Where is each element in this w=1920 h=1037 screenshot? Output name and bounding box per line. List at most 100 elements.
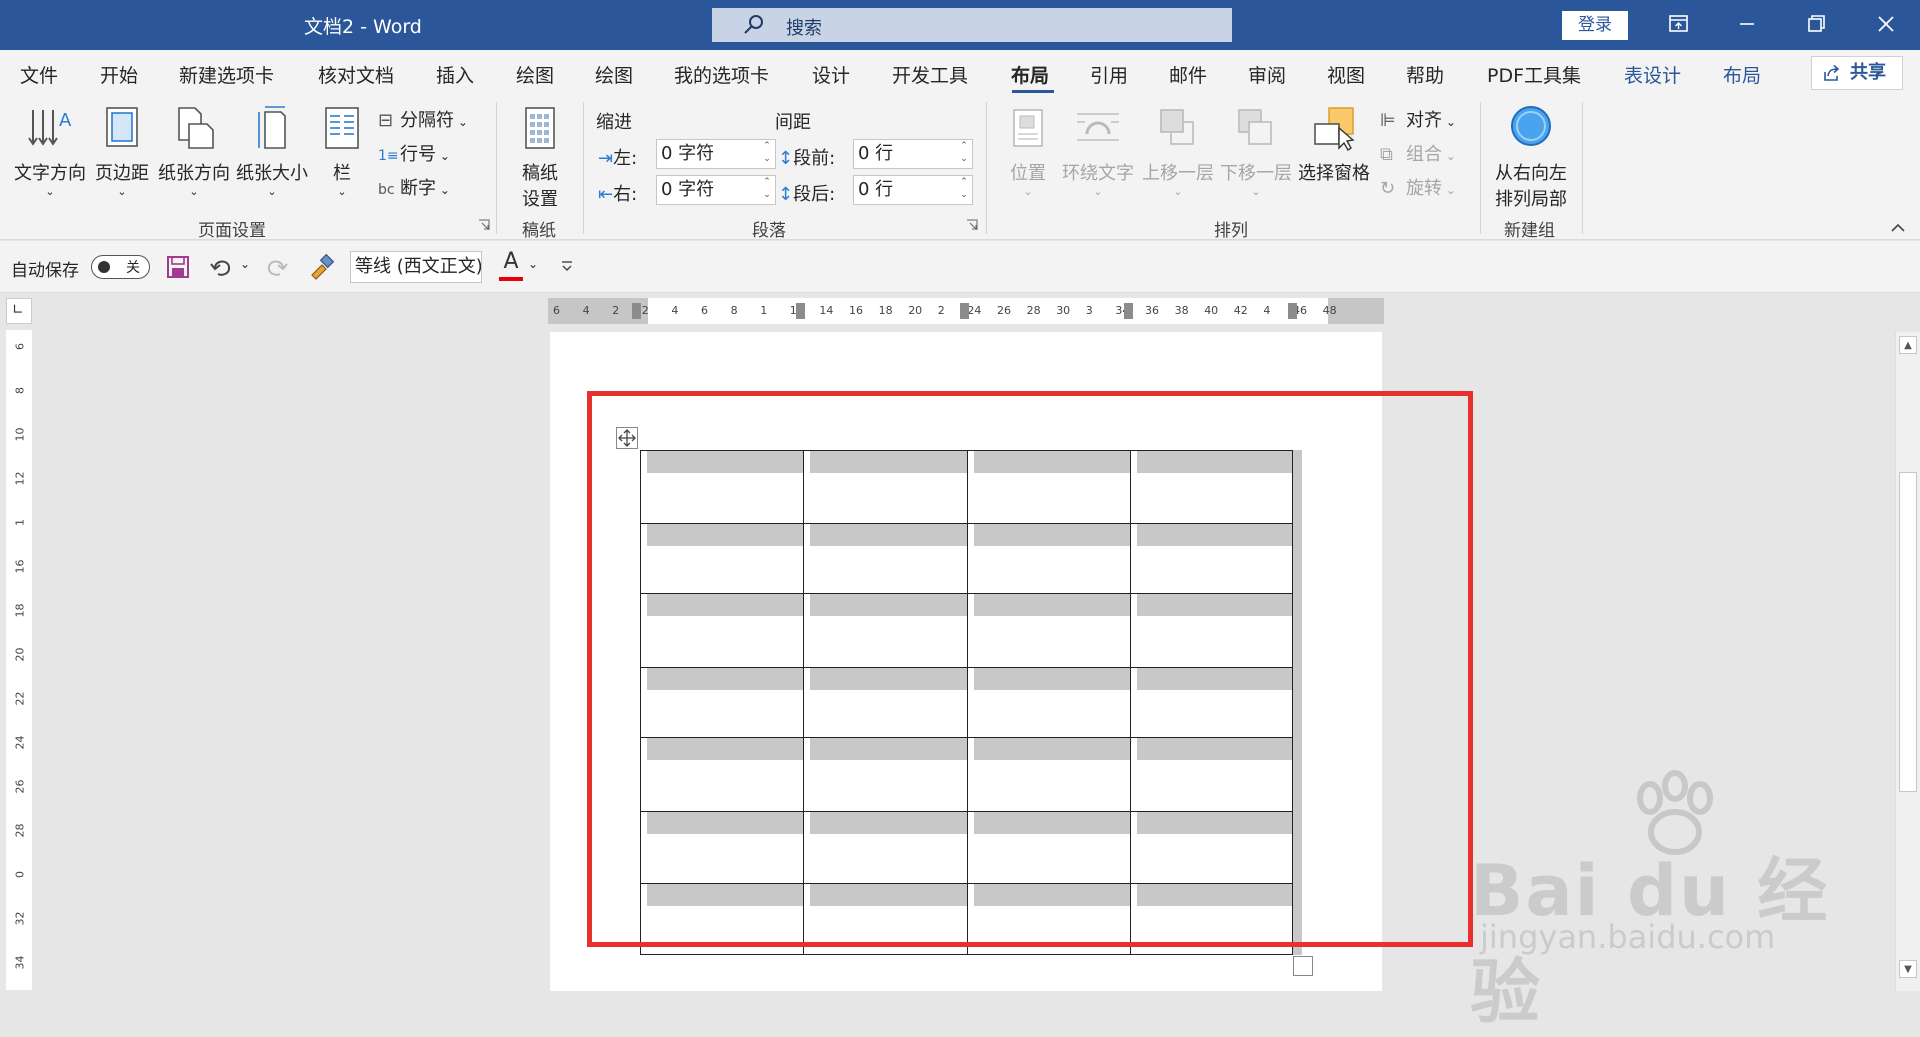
tab-table-design[interactable]: 表设计 <box>1624 61 1681 88</box>
hyphenation-button[interactable]: bc 断字 ⌄ <box>378 174 450 200</box>
bring-forward-button[interactable]: 上移一层 ⌄ <box>1140 104 1216 198</box>
tab-check-document[interactable]: 核对文档 <box>318 61 394 88</box>
chevron-down-icon[interactable]: ⌄ <box>528 257 538 271</box>
position-icon <box>1013 109 1043 147</box>
rotate-button[interactable]: ↻ 旋转 ⌄ <box>1380 174 1456 200</box>
tab-insert[interactable]: 插入 <box>436 61 474 88</box>
tab-draw-2[interactable]: 绘图 <box>595 61 633 88</box>
tab-pdf-tools[interactable]: PDF工具集 <box>1487 61 1581 88</box>
save-icon[interactable] <box>166 255 190 279</box>
autosave-toggle[interactable]: 关 <box>91 255 150 279</box>
circle-icon <box>1511 106 1551 146</box>
font-color-button[interactable]: A <box>498 249 524 283</box>
horizontal-ruler[interactable]: 6422468112141618202242628303343638404244… <box>548 298 1384 324</box>
spinner-arrows-icon[interactable]: ⌃ ⌄ <box>761 176 773 202</box>
indent-left-label: ⇥左: <box>598 148 638 169</box>
tab-table-layout[interactable]: 布局 <box>1723 61 1761 88</box>
vertical-scrollbar[interactable]: ▲ ▼ <box>1895 332 1920 991</box>
ribbon-display-options-icon[interactable] <box>1658 6 1698 42</box>
restore-icon[interactable] <box>1796 6 1836 42</box>
orientation-button[interactable]: 纸张方向 ⌄ <box>156 104 232 198</box>
ruler-column-marker[interactable] <box>796 303 805 319</box>
font-name-select[interactable]: 等线 (西文正文) <box>350 251 482 283</box>
send-backward-button[interactable]: 下移一层 ⌄ <box>1218 104 1294 198</box>
ruler-tick-label: 22 <box>13 691 27 706</box>
chevron-down-icon: ⌄ <box>1251 185 1261 198</box>
table-resize-handle[interactable] <box>1293 956 1313 976</box>
undo-dropdown-icon[interactable]: ⌄ <box>240 257 250 271</box>
group-separator <box>1480 102 1481 234</box>
scroll-thumb[interactable] <box>1899 472 1917 792</box>
scroll-up-icon[interactable]: ▲ <box>1899 336 1917 354</box>
vertical-ruler[interactable]: 6 8 10 12 1 16 18 20 22 24 26 28 0 32 34 <box>6 330 32 990</box>
page-setup-launcher-icon[interactable] <box>478 219 490 231</box>
ruler-tick-label: 4 <box>671 304 679 317</box>
text-direction-label: 文字方向 <box>14 163 86 184</box>
margins-icon <box>106 107 138 147</box>
spinner-arrows-icon[interactable]: ⌃ ⌄ <box>958 140 970 166</box>
share-button[interactable]: 共享 <box>1811 56 1903 90</box>
redo-icon[interactable] <box>264 254 290 280</box>
indent-left-input[interactable]: 0 字符 ⌃ ⌄ <box>656 139 776 169</box>
ruler-tick-label: 1 <box>760 304 768 317</box>
tab-home[interactable]: 开始 <box>100 61 138 88</box>
close-icon[interactable] <box>1866 6 1906 42</box>
tab-my-tab[interactable]: 我的选项卡 <box>674 61 769 88</box>
format-painter-icon[interactable] <box>308 253 336 281</box>
chevron-down-icon: ⌄ <box>436 149 450 163</box>
login-button[interactable]: 登录 <box>1562 11 1628 40</box>
manuscript-label-line2: 设置 <box>522 189 558 210</box>
spinner-arrows-icon[interactable]: ⌃ ⌄ <box>761 140 773 166</box>
text-direction-button[interactable]: A 文字方向 ⌄ <box>12 104 88 198</box>
scroll-down-icon[interactable]: ▼ <box>1899 960 1917 978</box>
size-button[interactable]: 纸张大小 ⌄ <box>234 104 310 198</box>
tab-mailings[interactable]: 邮件 <box>1169 61 1207 88</box>
position-button[interactable]: 位置 ⌄ <box>1004 104 1052 198</box>
undo-icon[interactable] <box>208 254 234 280</box>
tab-layout[interactable]: 布局 <box>1011 61 1049 88</box>
search-box[interactable]: 搜索 <box>712 8 1232 42</box>
align-button[interactable]: ⊫ 对齐 ⌄ <box>1380 106 1456 132</box>
tab-review[interactable]: 审阅 <box>1248 61 1286 88</box>
ruler-column-marker[interactable] <box>1288 303 1297 319</box>
tab-file[interactable]: 文件 <box>20 61 58 88</box>
chevron-down-icon: ⌄ <box>1442 115 1456 129</box>
minimize-icon[interactable] <box>1727 6 1767 42</box>
tab-draw-1[interactable]: 绘图 <box>516 61 554 88</box>
collapse-ribbon-icon[interactable] <box>1890 222 1906 234</box>
breaks-button[interactable]: ⊟ 分隔符 ⌄ <box>378 106 468 132</box>
tab-new-tab[interactable]: 新建选项卡 <box>179 61 274 88</box>
paragraph-launcher-icon[interactable] <box>966 219 978 231</box>
margins-button[interactable]: 页边距 ⌄ <box>94 104 150 198</box>
tab-selector[interactable]: ∟ <box>6 298 32 324</box>
tab-help[interactable]: 帮助 <box>1406 61 1444 88</box>
spinner-arrows-icon[interactable]: ⌃ ⌄ <box>958 176 970 202</box>
tab-view[interactable]: 视图 <box>1327 61 1365 88</box>
manuscript-settings-button[interactable]: 稿纸 设置 <box>512 104 568 211</box>
bring-forward-label: 上移一层 <box>1142 163 1214 184</box>
selection-pane-button[interactable]: 选择窗格 <box>1296 104 1372 185</box>
columns-button[interactable]: 栏 ⌄ <box>318 104 366 198</box>
indent-right-input[interactable]: 0 字符 ⌃ ⌄ <box>656 175 776 205</box>
tab-references[interactable]: 引用 <box>1090 61 1128 88</box>
customize-qat-icon[interactable] <box>560 259 574 273</box>
group-objects-button[interactable]: ⧉ 组合 ⌄ <box>1380 140 1456 166</box>
ruler-tick-label: 8 <box>730 304 738 317</box>
spacing-before-input[interactable]: 0 行 ⌃ ⌄ <box>853 139 973 169</box>
group-icon: ⧉ <box>1380 144 1393 165</box>
tab-developer[interactable]: 开发工具 <box>892 61 968 88</box>
line-numbers-button[interactable]: 1≡行号 ⌄ <box>378 140 450 166</box>
ruler-column-marker[interactable] <box>960 303 969 319</box>
ruler-tick-label: 48 <box>1322 304 1337 317</box>
ruler-tick-label: 14 <box>819 304 834 317</box>
send-backward-label: 下移一层 <box>1220 163 1292 184</box>
chevron-down-icon[interactable]: ⌄ <box>466 257 476 271</box>
chevron-down-icon: ⌄ <box>45 185 55 198</box>
ribbon-tabs: 文件 开始 新建选项卡 核对文档 插入 绘图 绘图 我的选项卡 设计 开发工具 … <box>0 50 1920 96</box>
wrap-text-button[interactable]: 环绕文字 ⌄ <box>1060 104 1136 198</box>
ruler-column-marker[interactable] <box>1124 303 1133 319</box>
ruler-column-marker[interactable] <box>632 303 641 319</box>
rtl-arrange-button[interactable]: 从右向左 排列局部 <box>1490 104 1572 211</box>
tab-design[interactable]: 设计 <box>812 61 850 88</box>
spacing-after-input[interactable]: 0 行 ⌃ ⌄ <box>853 175 973 205</box>
